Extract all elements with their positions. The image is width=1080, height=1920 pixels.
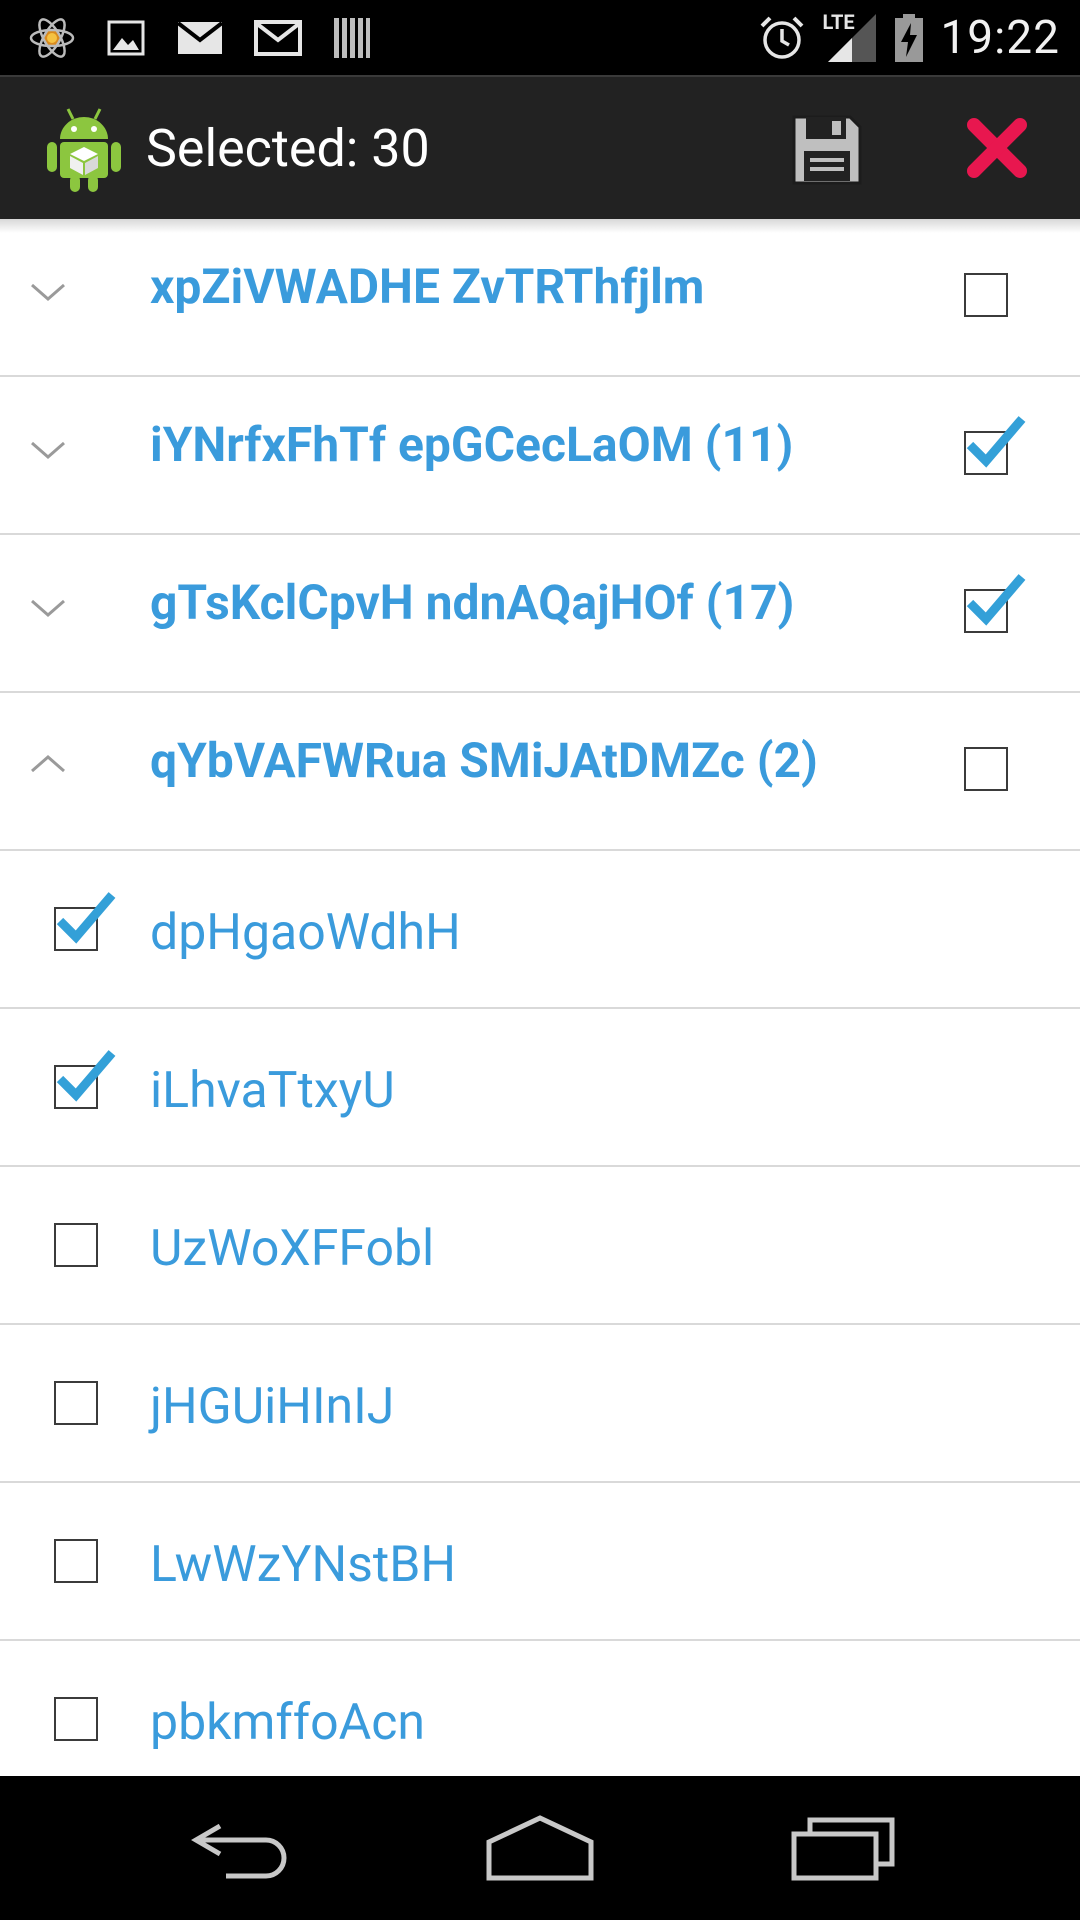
- checkmark-icon: [56, 1050, 116, 1102]
- item-label: jHGUiHInIJ: [150, 1378, 395, 1436]
- group-checkbox[interactable]: [964, 747, 1008, 791]
- checkmark-icon: [966, 574, 1026, 626]
- save-icon[interactable]: [790, 113, 864, 187]
- item-label: dpHgaoWdhH: [150, 904, 461, 962]
- action-bar: Selected: 30: [0, 75, 1080, 219]
- item-checkbox[interactable]: [54, 1539, 98, 1583]
- barcode-icon: [332, 16, 372, 60]
- list-item[interactable]: jHGUiHInIJ: [0, 1325, 1080, 1483]
- item-checkbox[interactable]: [54, 1223, 98, 1267]
- navigation-bar: [0, 1776, 1080, 1920]
- home-icon[interactable]: [485, 1812, 595, 1884]
- group-row[interactable]: iYNrfxFhTf epGCecLaOM (11): [0, 377, 1080, 535]
- list-item[interactable]: LwWzYNstBH: [0, 1483, 1080, 1641]
- group-row[interactable]: gTsKclCpvH ndnAQajHOf (17): [0, 535, 1080, 693]
- item-checkbox[interactable]: [54, 1381, 98, 1425]
- android-robot-icon: [47, 108, 121, 192]
- status-bar: LTE 19:22: [0, 0, 1080, 75]
- close-icon[interactable]: [964, 115, 1030, 181]
- chevron-down-icon[interactable]: [28, 429, 68, 469]
- group-checkbox[interactable]: [964, 574, 1026, 633]
- list-item[interactable]: pbkmffoAcn: [0, 1641, 1080, 1776]
- item-label: UzWoXFFobl: [150, 1220, 435, 1278]
- group-label: gTsKclCpvH ndnAQajHOf (17): [150, 574, 795, 631]
- lte-signal-icon: LTE: [822, 9, 878, 64]
- checkmark-icon: [56, 892, 116, 944]
- chevron-up-icon[interactable]: [28, 745, 68, 785]
- group-label: xpZiVWADHE ZvTRThfjlm: [150, 258, 705, 315]
- list-item[interactable]: iLhvaTtxyU: [0, 1009, 1080, 1167]
- item-checkbox[interactable]: [54, 1050, 116, 1109]
- back-icon[interactable]: [186, 1812, 296, 1884]
- gmail-icon: [176, 20, 224, 56]
- group-label: qYbVAFWRua SMiJAtDMZc (2): [150, 732, 818, 789]
- item-label: iLhvaTtxyU: [150, 1062, 395, 1120]
- list-item[interactable]: UzWoXFFobl: [0, 1167, 1080, 1325]
- network-type-label: LTE: [822, 9, 855, 34]
- group-checkbox[interactable]: [964, 273, 1008, 317]
- selection-count-title: Selected: 30: [146, 118, 430, 179]
- item-label: LwWzYNstBH: [150, 1536, 457, 1594]
- item-checkbox[interactable]: [54, 1697, 98, 1741]
- selection-list[interactable]: xpZiVWADHE ZvTRThfjlm iYNrfxFhTf epGCecL…: [0, 219, 1080, 1776]
- alarm-icon: [758, 14, 806, 62]
- checkmark-icon: [966, 416, 1026, 468]
- atom-app-icon: [28, 14, 76, 62]
- gmail-icon: [254, 19, 302, 56]
- group-label: iYNrfxFhTf epGCecLaOM (11): [150, 416, 794, 473]
- clock: 19:22: [940, 10, 1060, 65]
- chevron-down-icon[interactable]: [28, 271, 68, 311]
- image-icon: [106, 18, 146, 58]
- item-checkbox[interactable]: [54, 892, 116, 951]
- group-checkbox[interactable]: [964, 416, 1026, 475]
- chevron-down-icon[interactable]: [28, 587, 68, 627]
- battery-charging-icon: [894, 13, 924, 63]
- group-row[interactable]: qYbVAFWRua SMiJAtDMZc (2): [0, 693, 1080, 851]
- item-label: pbkmffoAcn: [150, 1694, 426, 1752]
- list-item[interactable]: dpHgaoWdhH: [0, 851, 1080, 1009]
- group-row[interactable]: xpZiVWADHE ZvTRThfjlm: [0, 219, 1080, 377]
- recent-apps-icon[interactable]: [788, 1812, 898, 1884]
